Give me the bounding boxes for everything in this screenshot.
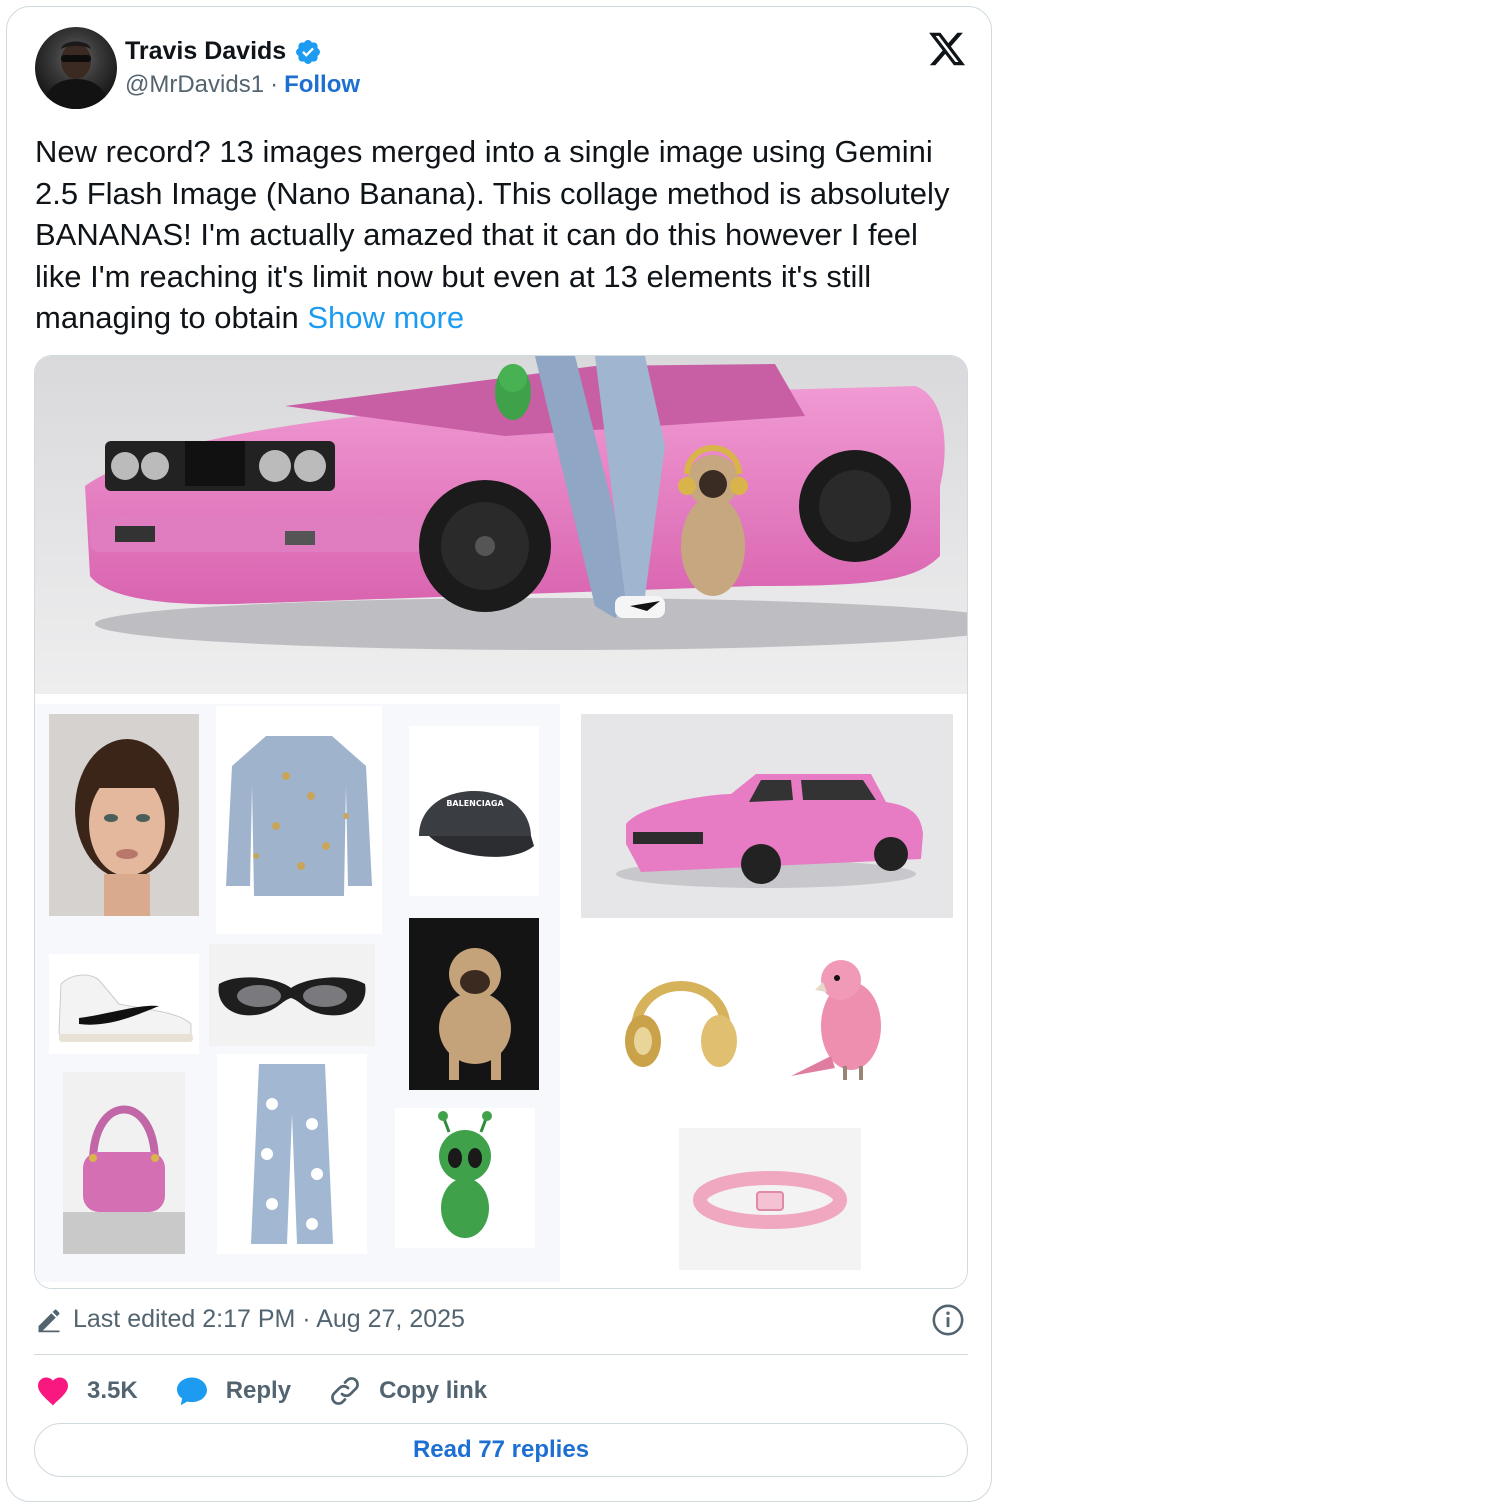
hero-car-scene	[35, 356, 967, 694]
flower-jeans-tile	[217, 1054, 367, 1254]
read-replies-button[interactable]: Read 77 replies	[34, 1423, 968, 1477]
copy-link-button[interactable]: Copy link	[327, 1373, 487, 1409]
author-handle-row: @MrDavids1 · Follow	[125, 71, 360, 99]
alien-plush-tile	[395, 1108, 535, 1248]
reference-collage: BALENCIAGA	[35, 696, 967, 1288]
tweet-text: New record? 13 images merged into a sing…	[35, 131, 965, 339]
woman-portrait-tile	[49, 714, 199, 916]
tweet-body: New record? 13 images merged into a sing…	[35, 134, 950, 335]
denim-jacket-tile	[216, 706, 382, 934]
copy-link-label: Copy link	[379, 1377, 488, 1404]
pink-car-tile	[581, 714, 953, 918]
show-more-link[interactable]: Show more	[307, 300, 464, 335]
author-handle[interactable]: @MrDavids1	[125, 71, 264, 99]
heart-icon	[38, 1377, 68, 1406]
media-image[interactable]: BALENCIAGA	[34, 355, 968, 1289]
handle-separator: ·	[270, 71, 279, 98]
divider	[34, 1354, 968, 1355]
sunglasses-tile	[209, 944, 375, 1046]
reply-button[interactable]: Reply	[174, 1373, 291, 1409]
reply-bubble-icon	[176, 1377, 207, 1406]
pug-tile	[409, 918, 539, 1090]
cap-text: BALENCIAGA	[446, 799, 504, 808]
pink-collar-tile	[679, 1128, 861, 1270]
info-icon[interactable]	[931, 1303, 965, 1337]
pink-handbag-tile	[63, 1072, 185, 1254]
author-name[interactable]: Travis Davids	[125, 37, 286, 66]
verified-badge-icon	[296, 39, 321, 64]
follow-button[interactable]: Follow	[284, 71, 360, 99]
link-icon	[331, 1377, 359, 1405]
headphones-tile	[611, 951, 751, 1086]
edit-info-row: Last edited 2:17 PM · Aug 27, 2025	[35, 1305, 465, 1334]
action-bar: 3.5K Reply Copy link	[35, 1373, 523, 1409]
pencil-icon	[38, 1308, 60, 1332]
author-name-row: Travis Davids	[125, 37, 322, 66]
like-button[interactable]: 3.5K	[35, 1373, 138, 1409]
pink-parrot-tile	[771, 946, 921, 1096]
tweet-card: Travis Davids @MrDavids1 · Follow New re…	[6, 6, 992, 1502]
edited-timestamp[interactable]: Last edited 2:17 PM · Aug 27, 2025	[73, 1305, 465, 1334]
sneaker-tile	[49, 954, 199, 1054]
reply-label: Reply	[225, 1377, 292, 1404]
balenciaga-cap-tile: BALENCIAGA	[409, 726, 539, 896]
avatar[interactable]	[35, 27, 117, 109]
x-logo-icon[interactable]	[927, 29, 967, 69]
like-count: 3.5K	[87, 1377, 138, 1404]
